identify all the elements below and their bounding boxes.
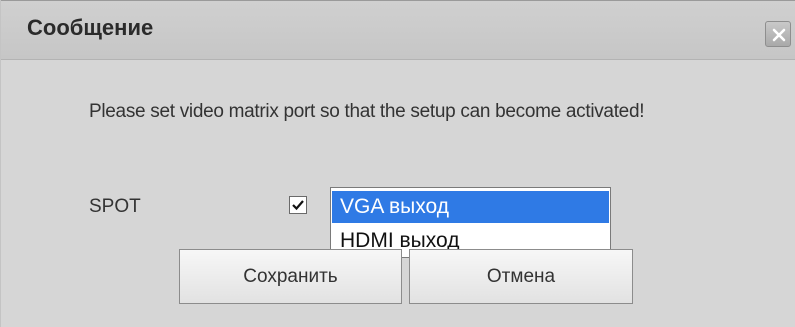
close-button[interactable] — [765, 21, 791, 47]
option-vga-output[interactable]: VGA выход — [332, 191, 609, 223]
spot-checkbox[interactable] — [289, 196, 307, 214]
spot-label: SPOT — [89, 196, 141, 217]
dialog-title: Сообщение — [27, 15, 154, 40]
save-button[interactable]: Сохранить — [179, 249, 402, 304]
spot-output-listbox[interactable]: VGA выход HDMI выход — [330, 187, 611, 258]
dialog-titlebar: Сообщение — [1, 0, 795, 60]
dialog-message: Please set video matrix port so that the… — [89, 101, 645, 122]
checkmark-icon — [292, 200, 304, 211]
cancel-button[interactable]: Отмена — [409, 249, 633, 304]
close-icon — [772, 28, 786, 42]
message-dialog: Сообщение Please set video matrix port s… — [0, 0, 795, 327]
